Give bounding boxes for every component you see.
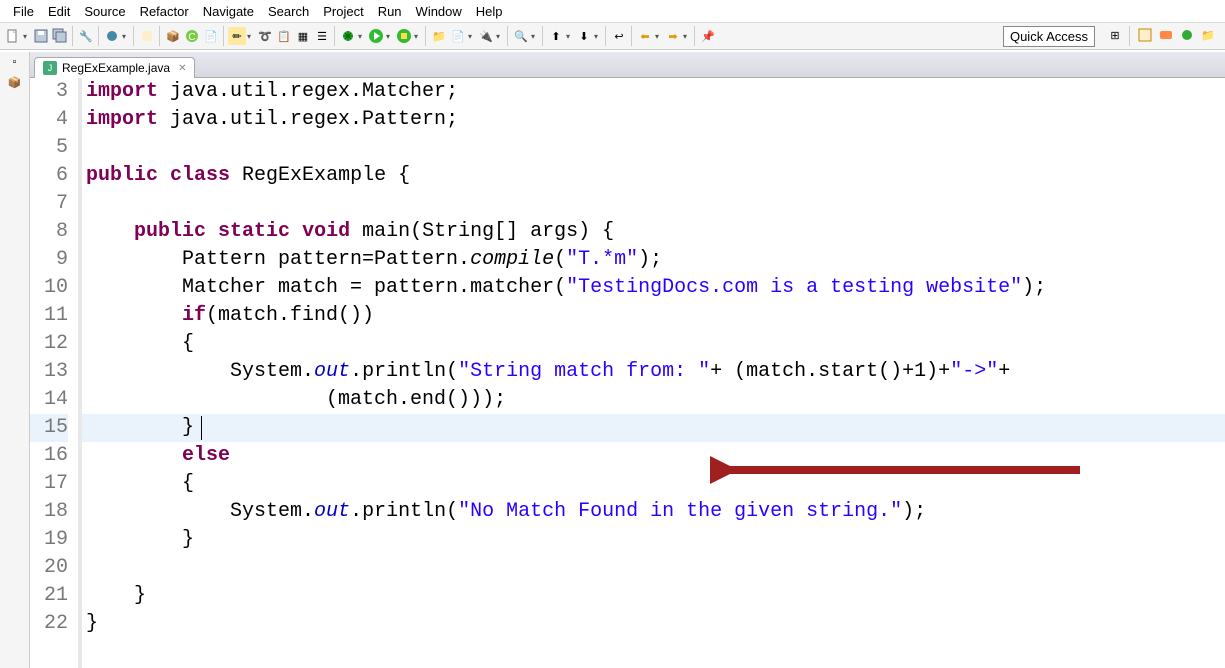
last-edit-icon[interactable]: ↩ <box>610 27 628 45</box>
list-icon[interactable]: ☰ <box>313 27 331 45</box>
code-line[interactable] <box>82 134 1225 162</box>
debug-perspective-icon[interactable] <box>1178 26 1196 44</box>
close-tab-icon[interactable]: ✕ <box>178 63 186 74</box>
menu-search[interactable]: Search <box>261 4 316 19</box>
code-line[interactable] <box>82 190 1225 218</box>
java-perspective-icon[interactable] <box>1136 26 1154 44</box>
dropdown-icon[interactable]: ▾ <box>683 32 691 41</box>
pin-icon[interactable]: 📌 <box>699 27 717 45</box>
skip-breakpoints-icon[interactable] <box>103 27 121 45</box>
forward-icon[interactable]: ➡ <box>664 27 682 45</box>
dropdown-icon[interactable]: ▾ <box>531 32 539 41</box>
open-perspective-icon[interactable]: ⊞ <box>1106 26 1124 44</box>
code-line[interactable]: import java.util.regex.Matcher; <box>82 78 1225 106</box>
code-line[interactable]: (match.end())); <box>82 386 1225 414</box>
save-all-icon[interactable] <box>51 27 69 45</box>
code-line[interactable]: } <box>82 582 1225 610</box>
new-java-icon[interactable]: 📄 <box>449 27 467 45</box>
debug-icon[interactable] <box>339 27 357 45</box>
menu-source[interactable]: Source <box>77 4 132 19</box>
back-icon[interactable]: ⬅ <box>636 27 654 45</box>
resource-perspective-icon[interactable]: 📁 <box>1199 26 1217 44</box>
dropdown-icon[interactable]: ▾ <box>496 32 504 41</box>
tab-label: RegExExample.java <box>62 61 170 75</box>
git-perspective-icon[interactable] <box>1157 26 1175 44</box>
highlight-icon[interactable]: ✏ <box>228 27 246 45</box>
menu-project[interactable]: Project <box>316 4 370 19</box>
code-line[interactable]: public class RegExExample { <box>82 162 1225 190</box>
prev-annot-icon[interactable]: ⬆ <box>547 27 565 45</box>
ext-tools-icon[interactable]: 📁 <box>430 27 448 45</box>
package-explorer-icon[interactable]: 📦 <box>7 76 23 92</box>
java-file-icon: J <box>43 61 57 75</box>
quick-access-input[interactable]: Quick Access <box>1003 26 1095 47</box>
code-line[interactable]: } <box>82 526 1225 554</box>
code-line[interactable]: System.out.println("String match from: "… <box>82 358 1225 386</box>
code-line[interactable]: if(match.find()) <box>82 302 1225 330</box>
next-annot-icon[interactable]: ⬇ <box>575 27 593 45</box>
menu-run[interactable]: Run <box>371 4 409 19</box>
menu-help[interactable]: Help <box>469 4 510 19</box>
new-interface-icon[interactable]: 📄 <box>202 27 220 45</box>
editor-tab[interactable]: J RegExExample.java ✕ <box>34 57 195 78</box>
code-line[interactable]: } <box>82 610 1225 638</box>
code-line[interactable]: { <box>82 470 1225 498</box>
code-editor[interactable]: 345678910111213141516171819202122 import… <box>30 78 1225 668</box>
new-type-icon[interactable] <box>138 27 156 45</box>
code-line[interactable]: Pattern pattern=Pattern.compile("T.*m"); <box>82 246 1225 274</box>
perspective-switcher: ⊞ 📁 <box>1106 26 1217 46</box>
svg-text:C: C <box>188 32 195 43</box>
dropdown-icon[interactable]: ▾ <box>414 32 422 41</box>
debug-dropdown-icon[interactable]: ▾ <box>358 32 366 41</box>
toolbar: ▾ 🔧 ▾ 📦 C 📄 ✏ ▾ ➰ 📋 ▦ ☰ ▾ ▾ ▾ 📁 📄 ▾ 🔌 ▾ … <box>0 22 1225 50</box>
code-line[interactable]: Matcher match = pattern.matcher("Testing… <box>82 274 1225 302</box>
menu-edit[interactable]: Edit <box>41 4 77 19</box>
new-class-icon[interactable]: C <box>183 27 201 45</box>
code-line[interactable]: System.out.println("No Match Found in th… <box>82 498 1225 526</box>
comment-icon[interactable]: ➰ <box>256 27 274 45</box>
code-line[interactable]: public static void main(String[] args) { <box>82 218 1225 246</box>
code-line[interactable]: else <box>82 442 1225 470</box>
code-line[interactable] <box>82 554 1225 582</box>
menu-navigate[interactable]: Navigate <box>196 4 261 19</box>
restore-icon[interactable]: ▫ <box>7 56 23 72</box>
code-line[interactable]: import java.util.regex.Pattern; <box>82 106 1225 134</box>
dropdown-icon[interactable]: ▾ <box>655 32 663 41</box>
menu-file[interactable]: File <box>6 4 41 19</box>
line-number-ruler: 345678910111213141516171819202122 <box>30 78 78 668</box>
dropdown-icon[interactable]: ▾ <box>468 32 476 41</box>
coverage-icon[interactable] <box>395 27 413 45</box>
code-content[interactable]: import java.util.regex.Matcher;import ja… <box>82 78 1225 668</box>
code-line[interactable]: { <box>82 330 1225 358</box>
trim-stack: ▫ 📦 <box>0 52 30 668</box>
dropdown-icon[interactable]: ▾ <box>594 32 602 41</box>
task-icon[interactable]: 📋 <box>275 27 293 45</box>
run-icon[interactable] <box>367 27 385 45</box>
new-dropdown-icon[interactable]: ▾ <box>23 32 31 41</box>
save-icon[interactable] <box>32 27 50 45</box>
dropdown-icon[interactable]: ▾ <box>122 32 130 41</box>
code-line[interactable]: } <box>82 414 1225 442</box>
menu-refactor[interactable]: Refactor <box>133 4 196 19</box>
build-icon[interactable]: 🔧 <box>77 27 95 45</box>
dropdown-icon[interactable]: ▾ <box>566 32 574 41</box>
menubar: FileEditSourceRefactorNavigateSearchProj… <box>0 0 1225 22</box>
run-dropdown-icon[interactable]: ▾ <box>386 32 394 41</box>
search-icon[interactable]: 🔍 <box>512 27 530 45</box>
menu-window[interactable]: Window <box>409 4 469 19</box>
new-package-icon[interactable]: 📦 <box>164 27 182 45</box>
editor-tabbar: J RegExExample.java ✕ <box>30 52 1225 78</box>
dropdown-icon[interactable]: ▾ <box>247 32 255 41</box>
table-icon[interactable]: ▦ <box>294 27 312 45</box>
new-icon[interactable] <box>4 27 22 45</box>
new-plugin-icon[interactable]: 🔌 <box>477 27 495 45</box>
